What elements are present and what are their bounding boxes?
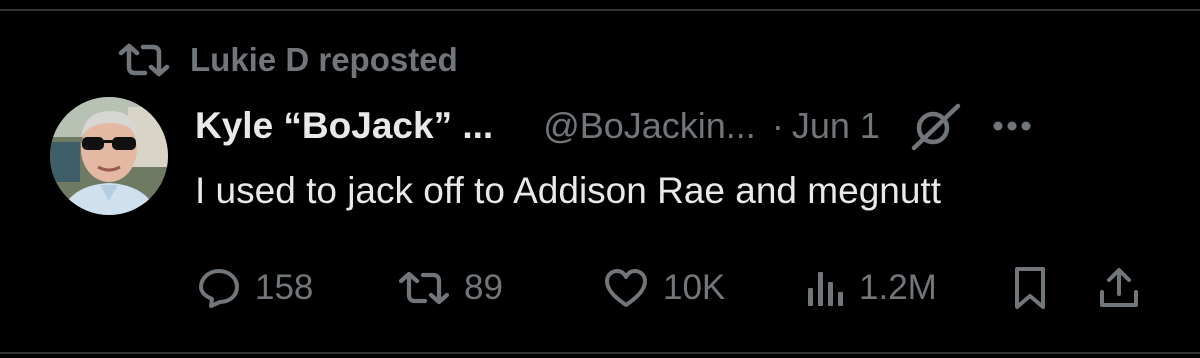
bottom-divider: [0, 352, 1200, 354]
repost-icon: [118, 43, 170, 77]
post-text: I used to jack off to Addison Rae and me…: [195, 170, 941, 211]
bookmark-button[interactable]: [1012, 263, 1048, 313]
reply-count: 158: [255, 268, 314, 307]
like-button[interactable]: 10K: [603, 263, 725, 313]
like-count: 10K: [663, 268, 726, 307]
post-header: Kyle “BoJack” ... @BoJackin... · Jun 1: [195, 100, 1155, 152]
author-handle[interactable]: @BoJackin...: [543, 105, 756, 147]
analytics-icon: [805, 268, 845, 308]
author-name[interactable]: Kyle “BoJack” ...: [195, 105, 493, 147]
share-icon: [1098, 266, 1140, 310]
post-date[interactable]: Jun 1: [792, 105, 880, 147]
view-count: 1.2M: [859, 268, 937, 307]
heart-icon: [603, 267, 649, 309]
reply-icon: [197, 266, 241, 310]
reposter-link[interactable]: Lukie D reposted: [190, 40, 458, 80]
repost-context: Lukie D reposted: [118, 40, 458, 80]
repost-count: 89: [464, 268, 503, 307]
grok-icon[interactable]: [908, 100, 962, 152]
bookmark-icon: [1012, 265, 1048, 311]
repost-button[interactable]: 89: [398, 263, 503, 313]
reply-button[interactable]: 158: [197, 263, 313, 313]
top-divider: [0, 9, 1200, 11]
more-options-icon[interactable]: [992, 120, 1032, 132]
avatar[interactable]: [50, 97, 168, 215]
repost-action-icon: [398, 270, 450, 306]
date-separator: ·: [771, 105, 784, 146]
share-button[interactable]: [1098, 263, 1140, 313]
views-button[interactable]: 1.2M: [805, 263, 937, 313]
